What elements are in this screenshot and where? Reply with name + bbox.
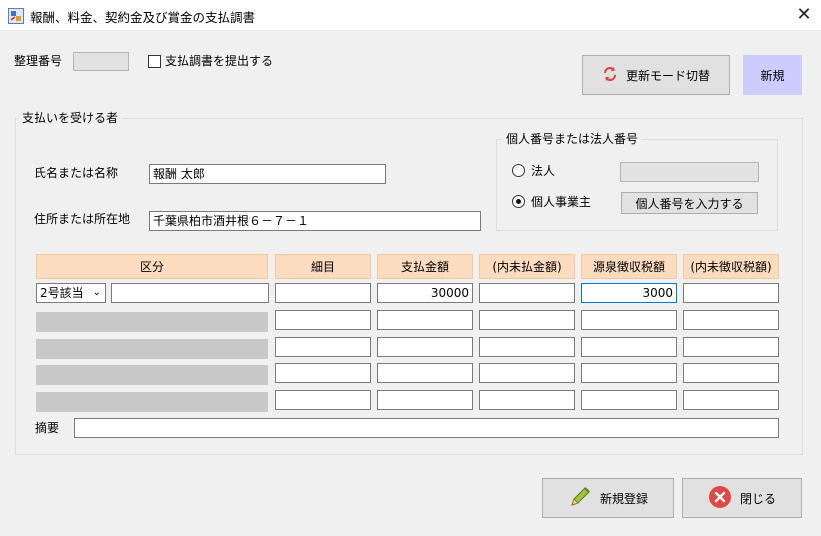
- header-shiharai: 支払金額: [377, 254, 473, 279]
- header-saimoku: 細目: [275, 254, 371, 279]
- individual-radio[interactable]: [512, 195, 525, 208]
- close-label: 閉じる: [739, 491, 776, 506]
- mibarai-field[interactable]: [479, 310, 575, 330]
- saimoku-field[interactable]: [275, 337, 371, 357]
- corp-number-field[interactable]: [620, 162, 759, 182]
- name-label: 氏名または名称: [34, 166, 119, 180]
- michoshu-field[interactable]: [683, 363, 779, 383]
- register-label: 新規登録: [599, 491, 648, 506]
- pencil-icon: [568, 485, 592, 512]
- window-title: 報酬、料金、契約金及び賞金の支払調書: [30, 10, 256, 25]
- corp-radio-label[interactable]: 法人: [531, 163, 555, 179]
- mibarai-field[interactable]: [479, 363, 575, 383]
- mibarai-field[interactable]: [479, 390, 575, 410]
- new-mode-label: 新規: [760, 68, 785, 83]
- saimoku-field[interactable]: [275, 283, 371, 303]
- title-bar: 報酬、料金、契約金及び賞金の支払調書 ✕: [0, 0, 821, 31]
- shiharai-field[interactable]: [377, 390, 473, 410]
- kubun-text-field[interactable]: [111, 283, 269, 303]
- kubun-select[interactable]: 2号該当 ⌄: [36, 283, 106, 303]
- tekiyo-label: 摘要: [35, 421, 60, 435]
- input-number-label: 個人番号を入力する: [635, 196, 744, 211]
- input-number-button[interactable]: 個人番号を入力する: [621, 192, 758, 214]
- mibarai-field[interactable]: [479, 337, 575, 357]
- close-button[interactable]: 閉じる: [682, 478, 802, 518]
- michoshu-field[interactable]: [683, 310, 779, 330]
- mode-switch-button[interactable]: 更新モード切替: [582, 55, 730, 95]
- header-gensen: 源泉徴収税額: [581, 254, 677, 279]
- seiri-label: 整理番号: [14, 54, 63, 68]
- kubun-disabled: [36, 392, 268, 412]
- header-mibarai: (内未払金額): [479, 254, 575, 279]
- chevron-down-icon: ⌄: [92, 287, 101, 298]
- name-field[interactable]: 報酬 太郎: [149, 164, 386, 184]
- address-label: 住所または所在地: [34, 212, 131, 226]
- submit-checkbox[interactable]: [148, 55, 161, 68]
- corp-radio[interactable]: [512, 164, 525, 177]
- mode-switch-label: 更新モード切替: [625, 68, 710, 83]
- shiharai-field[interactable]: [377, 310, 473, 330]
- individual-radio-label[interactable]: 個人事業主: [531, 194, 591, 210]
- kubun-select-value: 2号該当: [40, 286, 84, 300]
- new-mode-button[interactable]: 新規: [743, 55, 802, 95]
- seiri-number-field[interactable]: [73, 52, 129, 71]
- app-icon: [8, 8, 24, 24]
- kubun-disabled: [36, 312, 268, 332]
- submit-checkbox-label[interactable]: 支払調書を提出する: [165, 53, 273, 69]
- refresh-icon: [602, 66, 618, 85]
- header-michoshu: (内未徴収税額): [683, 254, 779, 279]
- saimoku-field[interactable]: [275, 390, 371, 410]
- window-close-icon[interactable]: ✕: [792, 4, 816, 26]
- shiharai-field[interactable]: [377, 337, 473, 357]
- kubun-disabled: [36, 365, 268, 385]
- shiharai-field[interactable]: 30000: [377, 283, 473, 303]
- gensen-field[interactable]: [581, 337, 677, 357]
- michoshu-field[interactable]: [683, 390, 779, 410]
- payee-group-title: 支払いを受ける者: [18, 110, 123, 126]
- mibarai-field[interactable]: [479, 283, 575, 303]
- number-group: [496, 139, 778, 231]
- kubun-disabled: [36, 339, 268, 359]
- gensen-field[interactable]: 3000: [581, 283, 677, 303]
- shiharai-field[interactable]: [377, 363, 473, 383]
- michoshu-field[interactable]: [683, 283, 779, 303]
- close-circle-icon: [708, 485, 732, 512]
- michoshu-field[interactable]: [683, 337, 779, 357]
- number-group-title: 個人番号または法人番号: [502, 131, 643, 147]
- address-field[interactable]: 千葉県柏市酒井根６－７－１: [149, 211, 481, 231]
- saimoku-field[interactable]: [275, 363, 371, 383]
- tekiyo-field[interactable]: [74, 418, 779, 438]
- gensen-field[interactable]: [581, 390, 677, 410]
- gensen-field[interactable]: [581, 363, 677, 383]
- saimoku-field[interactable]: [275, 310, 371, 330]
- gensen-field[interactable]: [581, 310, 677, 330]
- register-button[interactable]: 新規登録: [542, 478, 674, 518]
- header-kubun: 区分: [36, 254, 268, 279]
